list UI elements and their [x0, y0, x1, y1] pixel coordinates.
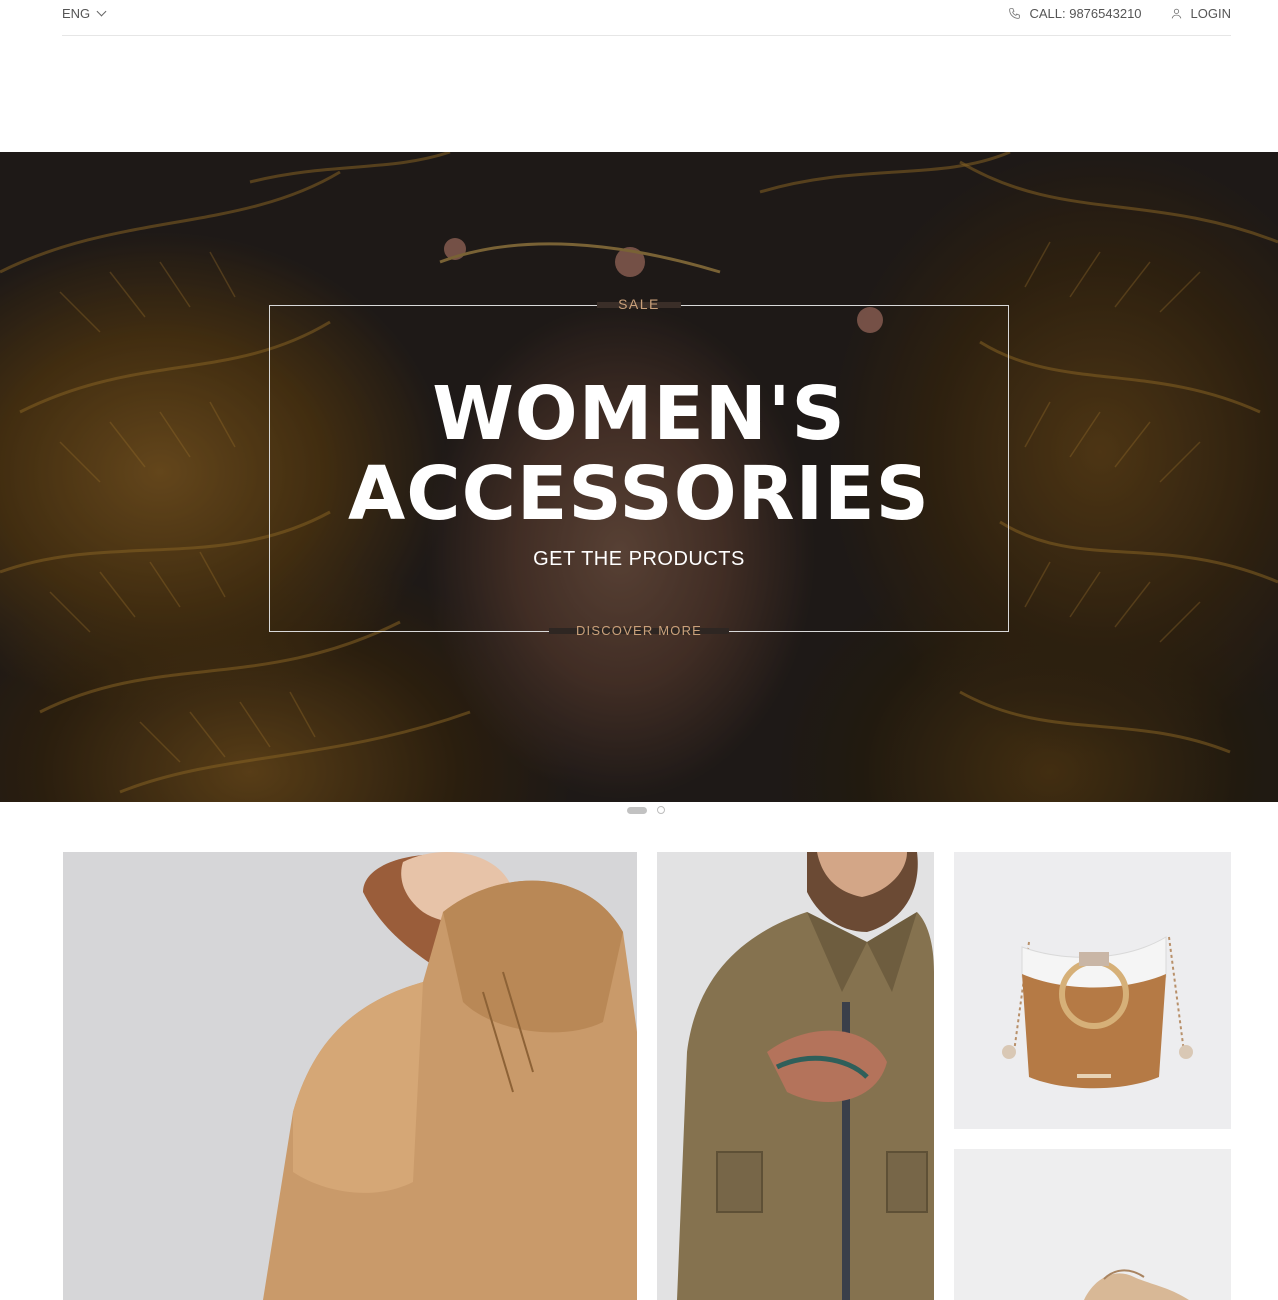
login-link[interactable]: LOGIN: [1170, 6, 1231, 21]
product-tile-hoodie[interactable]: [63, 852, 637, 1300]
slider-dot-active[interactable]: [627, 806, 647, 814]
language-selector[interactable]: ENG: [62, 6, 107, 21]
product-tile-jacket[interactable]: [657, 852, 934, 1300]
top-right-links: CALL: 9876543210 LOGIN: [1008, 6, 1231, 21]
phone-icon: [1009, 8, 1021, 19]
product-tile-handbag[interactable]: [954, 852, 1231, 1129]
hero-title: WOMEN'S ACCESSORIES: [269, 374, 1009, 534]
jacket-image: [657, 852, 934, 1300]
language-label: ENG: [62, 6, 91, 21]
hero-title-line1: WOMEN'S: [432, 371, 846, 457]
call-label: CALL: 9876543210: [1029, 6, 1142, 21]
top-bar: ENG CALL: 9876543210 LOGIN: [62, 0, 1231, 36]
slider-dot[interactable]: [657, 806, 665, 814]
discover-more-button[interactable]: DISCOVER MORE: [549, 623, 729, 638]
slider-dots: [627, 806, 665, 814]
hero-title-line2: ACCESSORIES: [348, 451, 930, 537]
call-link[interactable]: CALL: 9876543210: [1008, 6, 1142, 21]
hero-banner: SALE WOMEN'S ACCESSORIES GET THE PRODUCT…: [0, 152, 1278, 802]
user-icon: [1171, 8, 1181, 19]
hero-subtitle: GET THE PRODUCTS: [533, 548, 745, 570]
handbag-image: [954, 852, 1231, 1129]
chevron-down-icon: [96, 6, 107, 17]
login-label: LOGIN: [1190, 6, 1231, 21]
shoe-image: [954, 1149, 1231, 1300]
product-tile-shoe[interactable]: [954, 1149, 1231, 1300]
hoodie-image: [63, 852, 637, 1300]
hero-eyebrow: SALE: [618, 296, 660, 312]
